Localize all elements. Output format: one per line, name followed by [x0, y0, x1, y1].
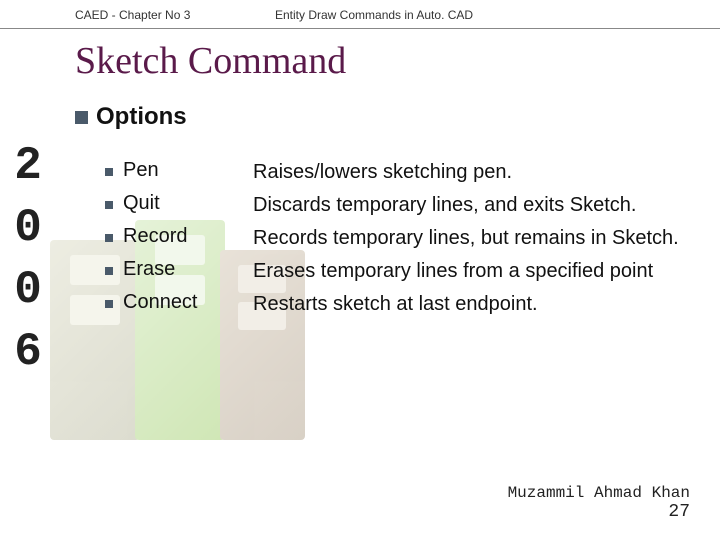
header-chapter: CAED - Chapter No 3 — [0, 8, 275, 22]
footer-page-number: 27 — [508, 502, 690, 522]
option-name: Quit — [123, 192, 253, 215]
option-name: Pen — [123, 159, 253, 182]
square-bullet-icon — [105, 201, 113, 209]
option-desc: Records temporary lines, but remains in … — [253, 225, 679, 252]
square-bullet-icon — [75, 111, 88, 124]
list-item: Pen Raises/lowers sketching pen. — [105, 159, 720, 186]
option-desc: Discards temporary lines, and exits Sket… — [253, 192, 637, 219]
slide-footer: Muzammil Ahmad Khan 27 — [508, 484, 690, 522]
option-desc: Raises/lowers sketching pen. — [253, 159, 512, 186]
list-item: Record Records temporary lines, but rema… — [105, 225, 720, 252]
square-bullet-icon — [105, 168, 113, 176]
list-item: Quit Discards temporary lines, and exits… — [105, 192, 720, 219]
options-list: Pen Raises/lowers sketching pen. Quit Di… — [75, 159, 720, 318]
slide-content: Options Pen Raises/lowers sketching pen.… — [0, 103, 720, 318]
option-desc: Restarts sketch at last endpoint. — [253, 291, 538, 318]
options-title-text: Options — [96, 103, 187, 131]
option-desc: Erases temporary lines from a specified … — [253, 258, 653, 285]
list-item: Erase Erases temporary lines from a spec… — [105, 258, 720, 285]
option-name: Connect — [123, 291, 253, 314]
option-name: Erase — [123, 258, 253, 281]
option-name: Record — [123, 225, 253, 248]
square-bullet-icon — [105, 300, 113, 308]
square-bullet-icon — [105, 234, 113, 242]
slide-header: CAED - Chapter No 3 Entity Draw Commands… — [0, 0, 720, 29]
options-heading: Options — [75, 103, 720, 131]
footer-author: Muzammil Ahmad Khan — [508, 484, 690, 502]
square-bullet-icon — [105, 267, 113, 275]
header-topic: Entity Draw Commands in Auto. CAD — [275, 8, 720, 22]
slide-title: Sketch Command — [0, 29, 720, 103]
list-item: Connect Restarts sketch at last endpoint… — [105, 291, 720, 318]
